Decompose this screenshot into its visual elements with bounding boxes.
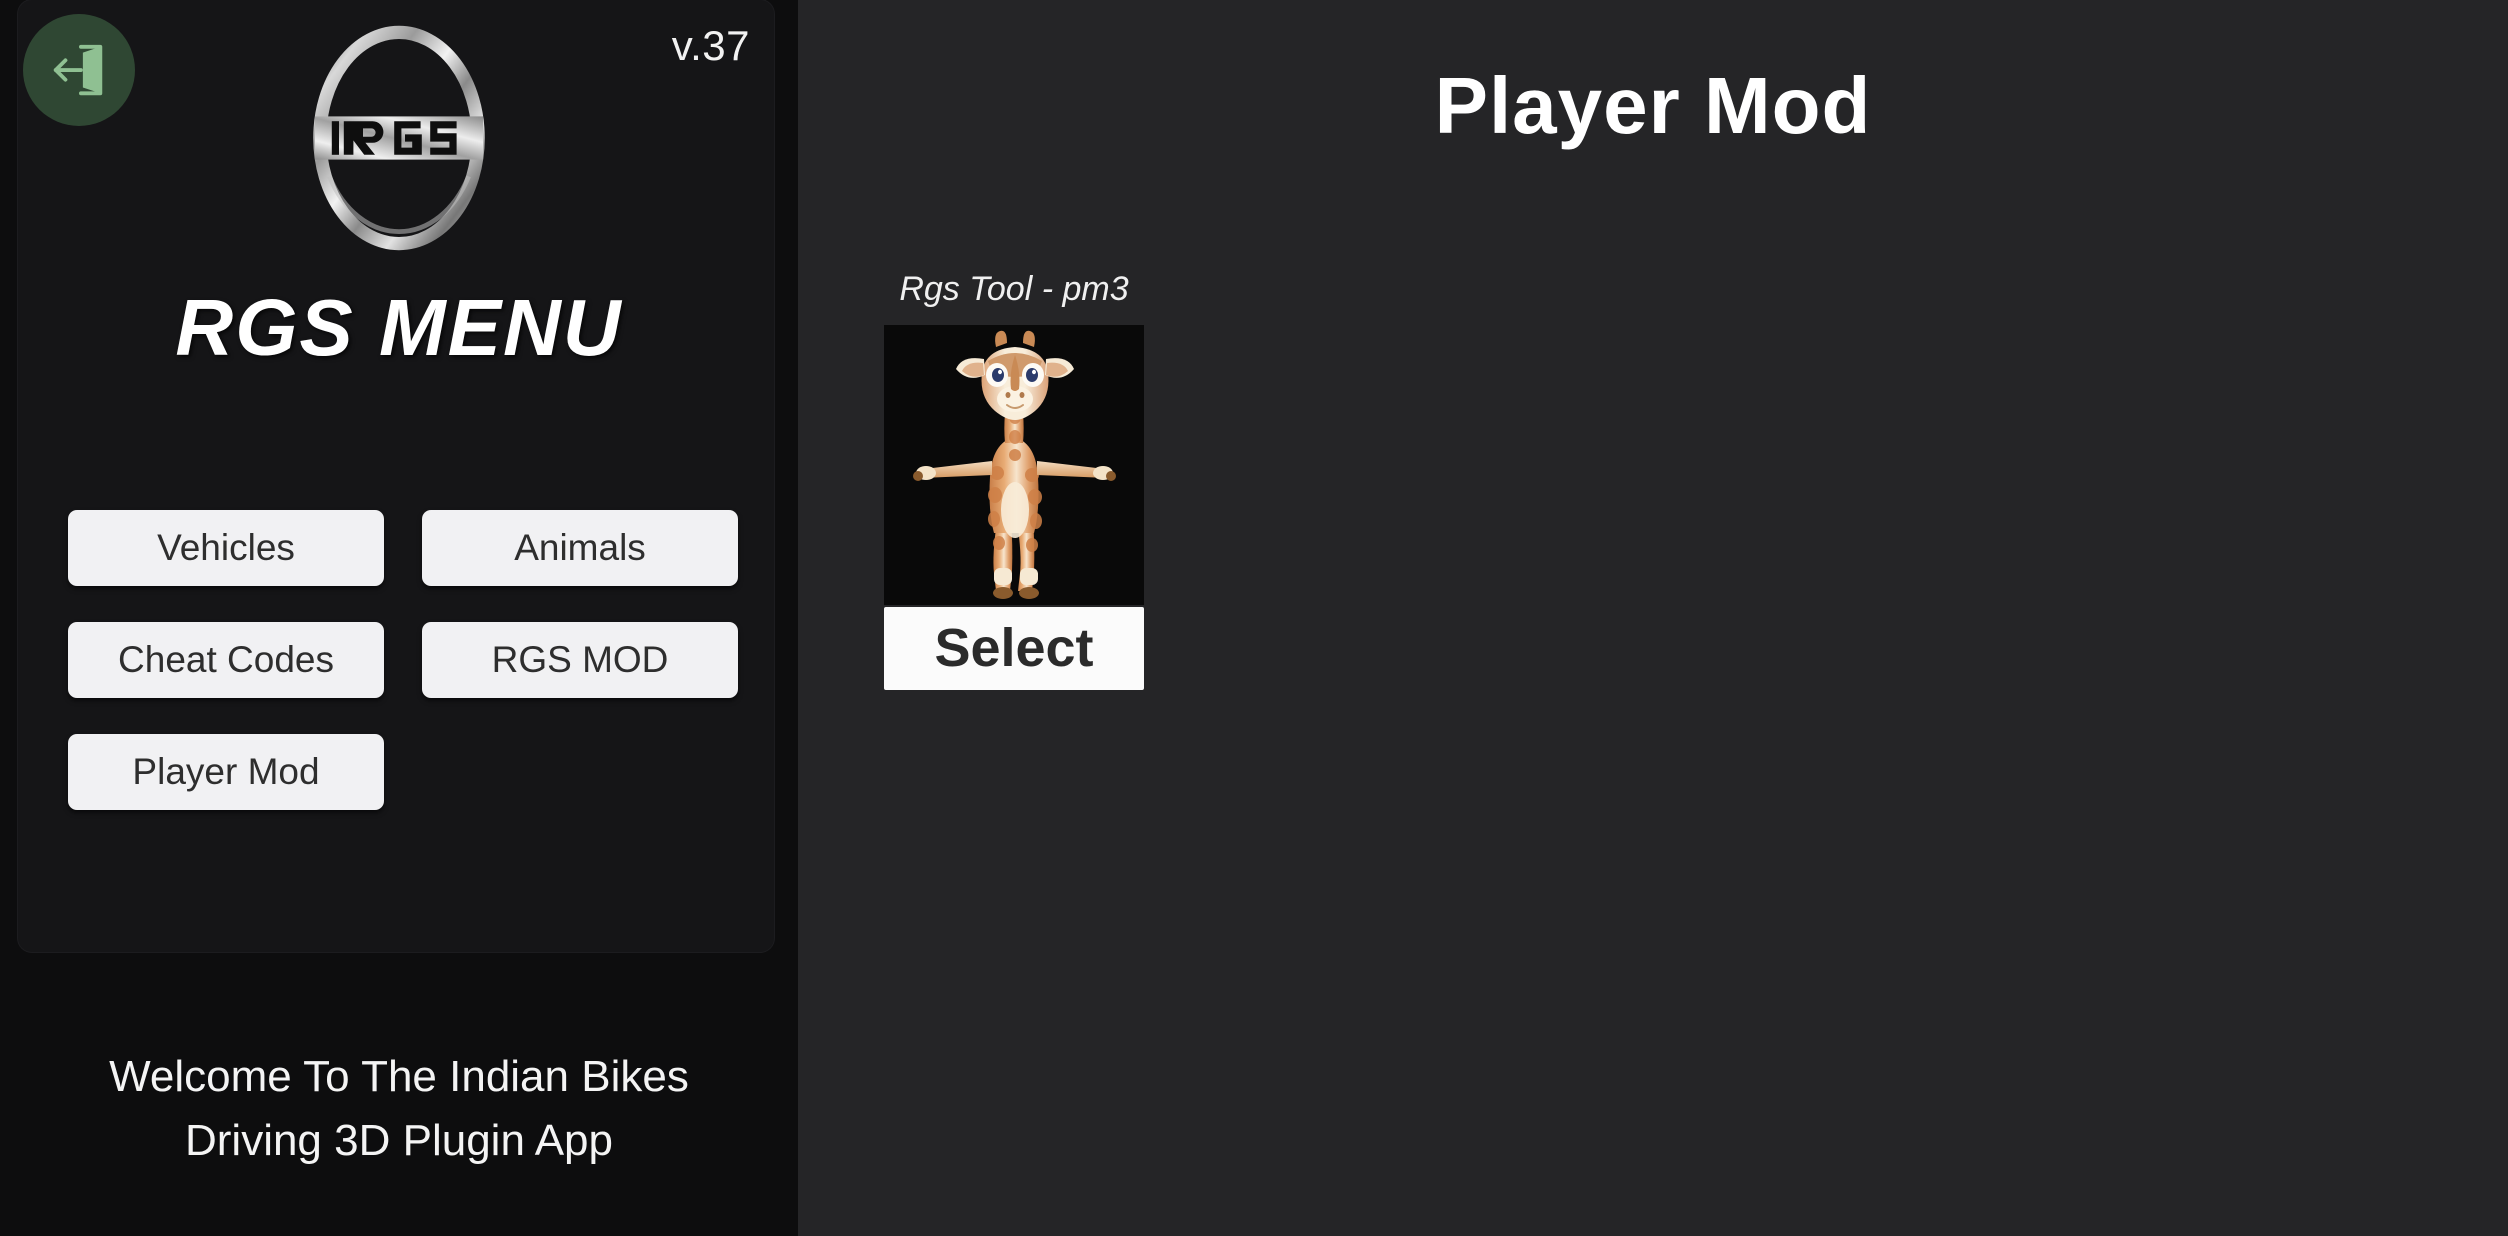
- mod-name-label: Rgs Tool - pm3: [899, 270, 1129, 308]
- sidebar-item-cheat-codes[interactable]: Cheat Codes: [68, 622, 384, 698]
- welcome-line-2: Driving 3D Plugin App: [184, 1115, 613, 1165]
- sidebar-item-rgs-mod[interactable]: RGS MOD: [422, 622, 738, 698]
- sidebar: v.37 RGS MENU Vehicles Animals Cheat Cod…: [0, 0, 798, 1236]
- mod-card: Rgs Tool - pm3 Select: [884, 270, 1144, 690]
- select-button[interactable]: Select: [884, 607, 1144, 690]
- welcome-line-1: Welcome To The Indian Bikes: [109, 1052, 689, 1101]
- page-title: RGS MENU: [175, 283, 623, 372]
- sidebar-button-grid: Vehicles Animals Cheat Codes RGS MOD Pla…: [68, 510, 738, 810]
- sidebar-item-vehicles[interactable]: Vehicles: [68, 510, 384, 586]
- giraffe-character-preview: [884, 325, 1144, 605]
- welcome-text: Welcome To The Indian Bikes Driving 3D P…: [0, 1045, 798, 1173]
- main-page-title: Player Mod: [1434, 61, 1872, 150]
- main-content: Player Mod Rgs Tool - pm3 Select: [798, 0, 2508, 1236]
- rgs-logo-icon: [313, 25, 485, 251]
- sidebar-item-player-mod[interactable]: Player Mod: [68, 734, 384, 810]
- sidebar-item-animals[interactable]: Animals: [422, 510, 738, 586]
- logo-wrap: [0, 18, 798, 258]
- app-root: v.37 RGS MENU Vehicles Animals Cheat Cod…: [0, 0, 2508, 1236]
